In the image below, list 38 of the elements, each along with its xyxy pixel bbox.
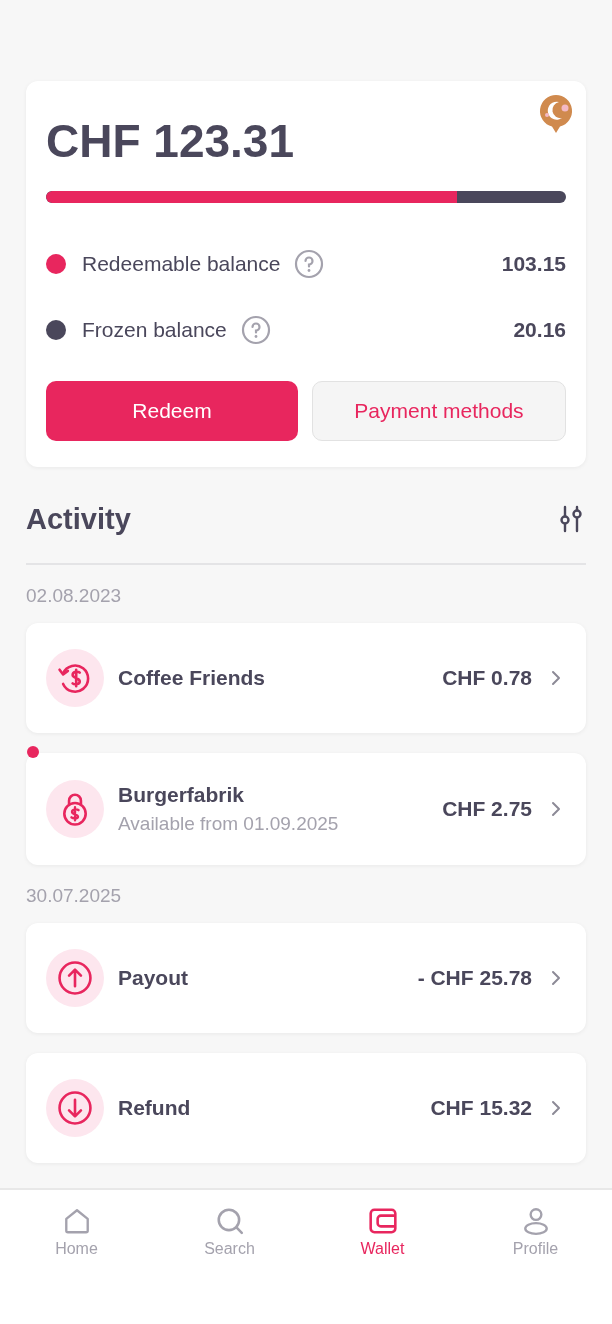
- date-heading: 02.08.2023: [26, 585, 123, 607]
- arrow-down-circle-icon: [56, 1089, 94, 1127]
- transaction-subtitle: Available from 01.09.2025: [118, 813, 340, 835]
- payment-methods-button[interactable]: Payment methods: [312, 381, 566, 441]
- transaction-amount: - CHF 25.78: [417, 966, 532, 990]
- transaction-title: Burgerfabrik: [118, 783, 246, 807]
- redeem-button[interactable]: Redeem: [46, 381, 298, 441]
- chevron-right-icon: [550, 800, 562, 818]
- chevron-right-icon: [550, 669, 562, 687]
- transaction-title: Refund: [118, 1096, 192, 1120]
- date-heading: 30.07.2025: [26, 885, 123, 907]
- balance-value: 20.16: [513, 318, 566, 342]
- balance-label: Redeemable balance: [82, 252, 281, 276]
- nav-tab[interactable]: Search: [153, 1206, 306, 1258]
- transaction-amount: CHF 0.78: [442, 666, 532, 690]
- transaction-card[interactable]: Refund CHF 15.32: [26, 1053, 586, 1163]
- wallet-icon: [367, 1206, 398, 1236]
- nav-tab[interactable]: Wallet: [306, 1206, 459, 1258]
- help-icon[interactable]: [294, 249, 325, 279]
- nav-tab[interactable]: Home: [0, 1206, 153, 1258]
- section-title: Activity: [26, 502, 131, 536]
- transaction-title: Payout: [118, 966, 189, 990]
- transaction-card[interactable]: Payout - CHF 25.78: [26, 923, 586, 1033]
- balance-value: 103.15: [501, 252, 566, 276]
- total-balance: CHF 123.31: [46, 114, 295, 169]
- search-icon: [214, 1206, 245, 1236]
- chevron-right-icon: [550, 1099, 562, 1117]
- nav-tab[interactable]: Profile: [459, 1206, 612, 1258]
- transaction-amount: CHF 2.75: [442, 797, 532, 821]
- chevron-right-icon: [550, 969, 562, 987]
- transaction-title: Coffee Friends: [118, 666, 267, 690]
- pin-logo-icon: [538, 93, 574, 135]
- transaction-card[interactable]: Coffee Friends CHF 0.78: [26, 623, 586, 733]
- arrow-up-circle-icon: [56, 959, 94, 997]
- balance-label: Frozen balance: [82, 318, 227, 342]
- transaction-amount: CHF 15.32: [430, 1096, 532, 1120]
- help-icon[interactable]: [240, 315, 271, 345]
- transaction-card[interactable]: Burgerfabrik Available from 01.09.2025 CHF 2.75: [26, 753, 586, 865]
